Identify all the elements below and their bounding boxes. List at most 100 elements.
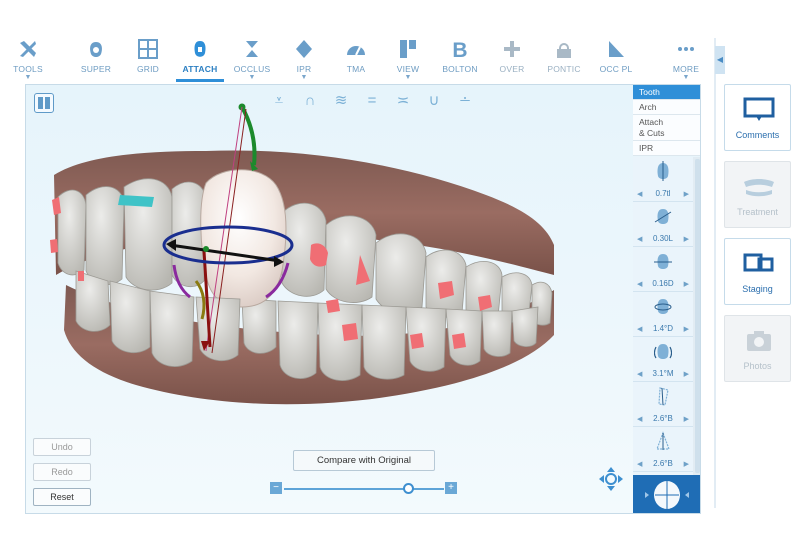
view-icon	[400, 40, 416, 58]
alignment-toolbar: ⩡ ∩ ≋ = ≍ ∪ ∸	[272, 93, 472, 109]
tool-pontic[interactable]: PONTIC	[536, 38, 592, 82]
chevron-down-icon: ▼	[300, 74, 308, 81]
chevron-down-icon: ▼	[24, 74, 32, 81]
superimpose-icon	[90, 42, 102, 57]
curve-icon[interactable]: ≍	[396, 93, 410, 109]
ipr-icon	[296, 40, 312, 58]
increase-arrow-icon[interactable]: ▶	[684, 190, 689, 198]
tab-ipr[interactable]: IPR	[633, 141, 700, 156]
occlusal-plane-icon	[609, 41, 624, 57]
collapse-panel-button[interactable]: ◀	[715, 46, 725, 74]
increase-arrow-icon[interactable]: ▶	[684, 235, 689, 243]
zoom-out-button[interactable]: −	[270, 482, 282, 494]
attachment-icon	[194, 41, 206, 57]
photos-button[interactable]: Photos	[724, 315, 791, 382]
tma-icon	[347, 46, 365, 56]
param-translation[interactable]: ◀ 0.30L ▶	[633, 202, 693, 247]
tab-attach-cuts[interactable]: Attach & Cuts	[633, 115, 700, 141]
angulation-icon	[654, 344, 672, 359]
treatment-button[interactable]: Treatment	[724, 161, 791, 228]
tool-grid[interactable]: GRID	[120, 38, 176, 82]
param-torque[interactable]: ◀ 2.6°B ▶	[633, 427, 693, 472]
split-view-button[interactable]	[34, 93, 54, 113]
increase-arrow-icon[interactable]: ▶	[684, 325, 689, 333]
inclination-icon	[658, 387, 669, 406]
align-lower-icon[interactable]: ∸	[458, 93, 472, 109]
increase-arrow-icon[interactable]: ▶	[684, 280, 689, 288]
comments-button[interactable]: Comments	[724, 84, 791, 151]
u-arch-icon[interactable]: ∪	[427, 93, 441, 109]
tool-ipr[interactable]: IPR ▼	[276, 38, 332, 82]
zoom-in-button[interactable]: +	[445, 482, 457, 494]
teeth-icon	[744, 179, 774, 197]
param-inclination[interactable]: ◀ 2.6°B ▶	[633, 382, 693, 427]
tool-super[interactable]: SUPER	[68, 38, 124, 82]
scrollbar-thumb[interactable]	[695, 159, 700, 473]
param-extrusion[interactable]: ◀ 0.7tl ▶	[633, 157, 693, 202]
chevron-left-icon: ◀	[716, 55, 724, 64]
compare-with-original-button[interactable]: Compare with Original	[293, 450, 435, 471]
tool-label: OCC PL	[599, 64, 633, 74]
param-rotation[interactable]: ◀ 1.4°D ▶	[633, 292, 693, 337]
selected-tooth[interactable]	[200, 169, 287, 308]
split-view-icon	[38, 97, 50, 109]
staging-button[interactable]: Staging	[724, 238, 791, 305]
navigation-icon[interactable]	[598, 466, 624, 492]
tool-label: GRID	[136, 64, 160, 74]
redo-button[interactable]: Redo	[33, 463, 91, 481]
tool-attach[interactable]: ATTACH	[172, 38, 228, 82]
mesial-distal-icon	[654, 254, 672, 269]
equal-icon[interactable]: =	[365, 93, 379, 109]
tool-label: TOOLS	[13, 64, 43, 74]
tool-tma[interactable]: TMA	[328, 38, 384, 82]
movement-parameters: ◀ 0.7tl ▶ ◀ 0.30L ▶ ◀ 0.16D ▶ ◀ 1.4°D ▶ …	[633, 157, 693, 475]
increase-arrow-icon[interactable]: ▶	[684, 370, 689, 378]
extrusion-icon	[657, 161, 669, 181]
model-viewport[interactable]: ⩡ ∩ ≋ = ≍ ∪ ∸ Tooth Arch Attach & Cuts I…	[25, 84, 701, 514]
align-upper-icon[interactable]: ⩡	[272, 93, 286, 109]
overlay-icon	[504, 41, 520, 57]
inspector-tabs: Tooth Arch Attach & Cuts IPR	[633, 85, 700, 156]
tool-view[interactable]: VIEW ▼	[380, 38, 436, 82]
staging-label: Staging	[742, 284, 773, 294]
tab-arch[interactable]: Arch	[633, 100, 700, 115]
photos-label: Photos	[743, 361, 772, 371]
tool-label: SUPER	[80, 64, 112, 74]
param-mesial-distal[interactable]: ◀ 0.16D ▶	[633, 247, 693, 292]
tool-label: OVER	[499, 64, 525, 74]
tool-tools[interactable]: TOOLS ▼	[0, 38, 56, 82]
torque-icon	[656, 431, 670, 450]
tool-more[interactable]: MORE ▼	[658, 38, 714, 82]
tool-label: VIEW	[396, 64, 420, 74]
arch-icon[interactable]: ∩	[303, 93, 317, 109]
chevron-down-icon: ▼	[404, 74, 412, 81]
stage-slider-track[interactable]	[284, 488, 444, 490]
pontic-icon	[557, 43, 571, 58]
camera-icon	[747, 331, 771, 351]
top-toolbar: TOOLS ▼ SUPER GRID ATTACH OCCLUS ▼ IPR ▼…	[0, 0, 714, 82]
increase-arrow-icon[interactable]: ▶	[684, 460, 689, 468]
tool-bolton[interactable]: B BOLTON	[432, 38, 488, 82]
increase-arrow-icon[interactable]: ▶	[684, 415, 689, 423]
tool-occlus[interactable]: OCCLUS ▼	[224, 38, 280, 82]
comment-icon	[743, 97, 775, 121]
undo-button[interactable]: Undo	[33, 438, 91, 456]
rotation-icon	[654, 299, 672, 314]
tool-label: MORE	[672, 64, 700, 74]
chevron-down-icon: ▼	[682, 74, 690, 81]
grid-icon	[138, 39, 158, 59]
tool-occ-pl[interactable]: OCC PL	[588, 38, 644, 82]
tool-label: ATTACH	[182, 64, 218, 74]
reset-button[interactable]: Reset	[33, 488, 91, 506]
occlusion-icon	[246, 41, 258, 57]
translation-icon	[654, 209, 672, 224]
more-icon	[678, 47, 694, 51]
orientation-view-button[interactable]	[633, 475, 700, 513]
tab-tooth[interactable]: Tooth	[633, 85, 700, 100]
bolton-icon: B	[452, 39, 467, 60]
stage-slider-handle[interactable]	[403, 483, 414, 494]
tool-over[interactable]: OVER	[484, 38, 540, 82]
param-angulation[interactable]: ◀ 3.1°M ▶	[633, 337, 693, 382]
treatment-label: Treatment	[737, 207, 778, 217]
wave-icon[interactable]: ≋	[334, 93, 348, 109]
